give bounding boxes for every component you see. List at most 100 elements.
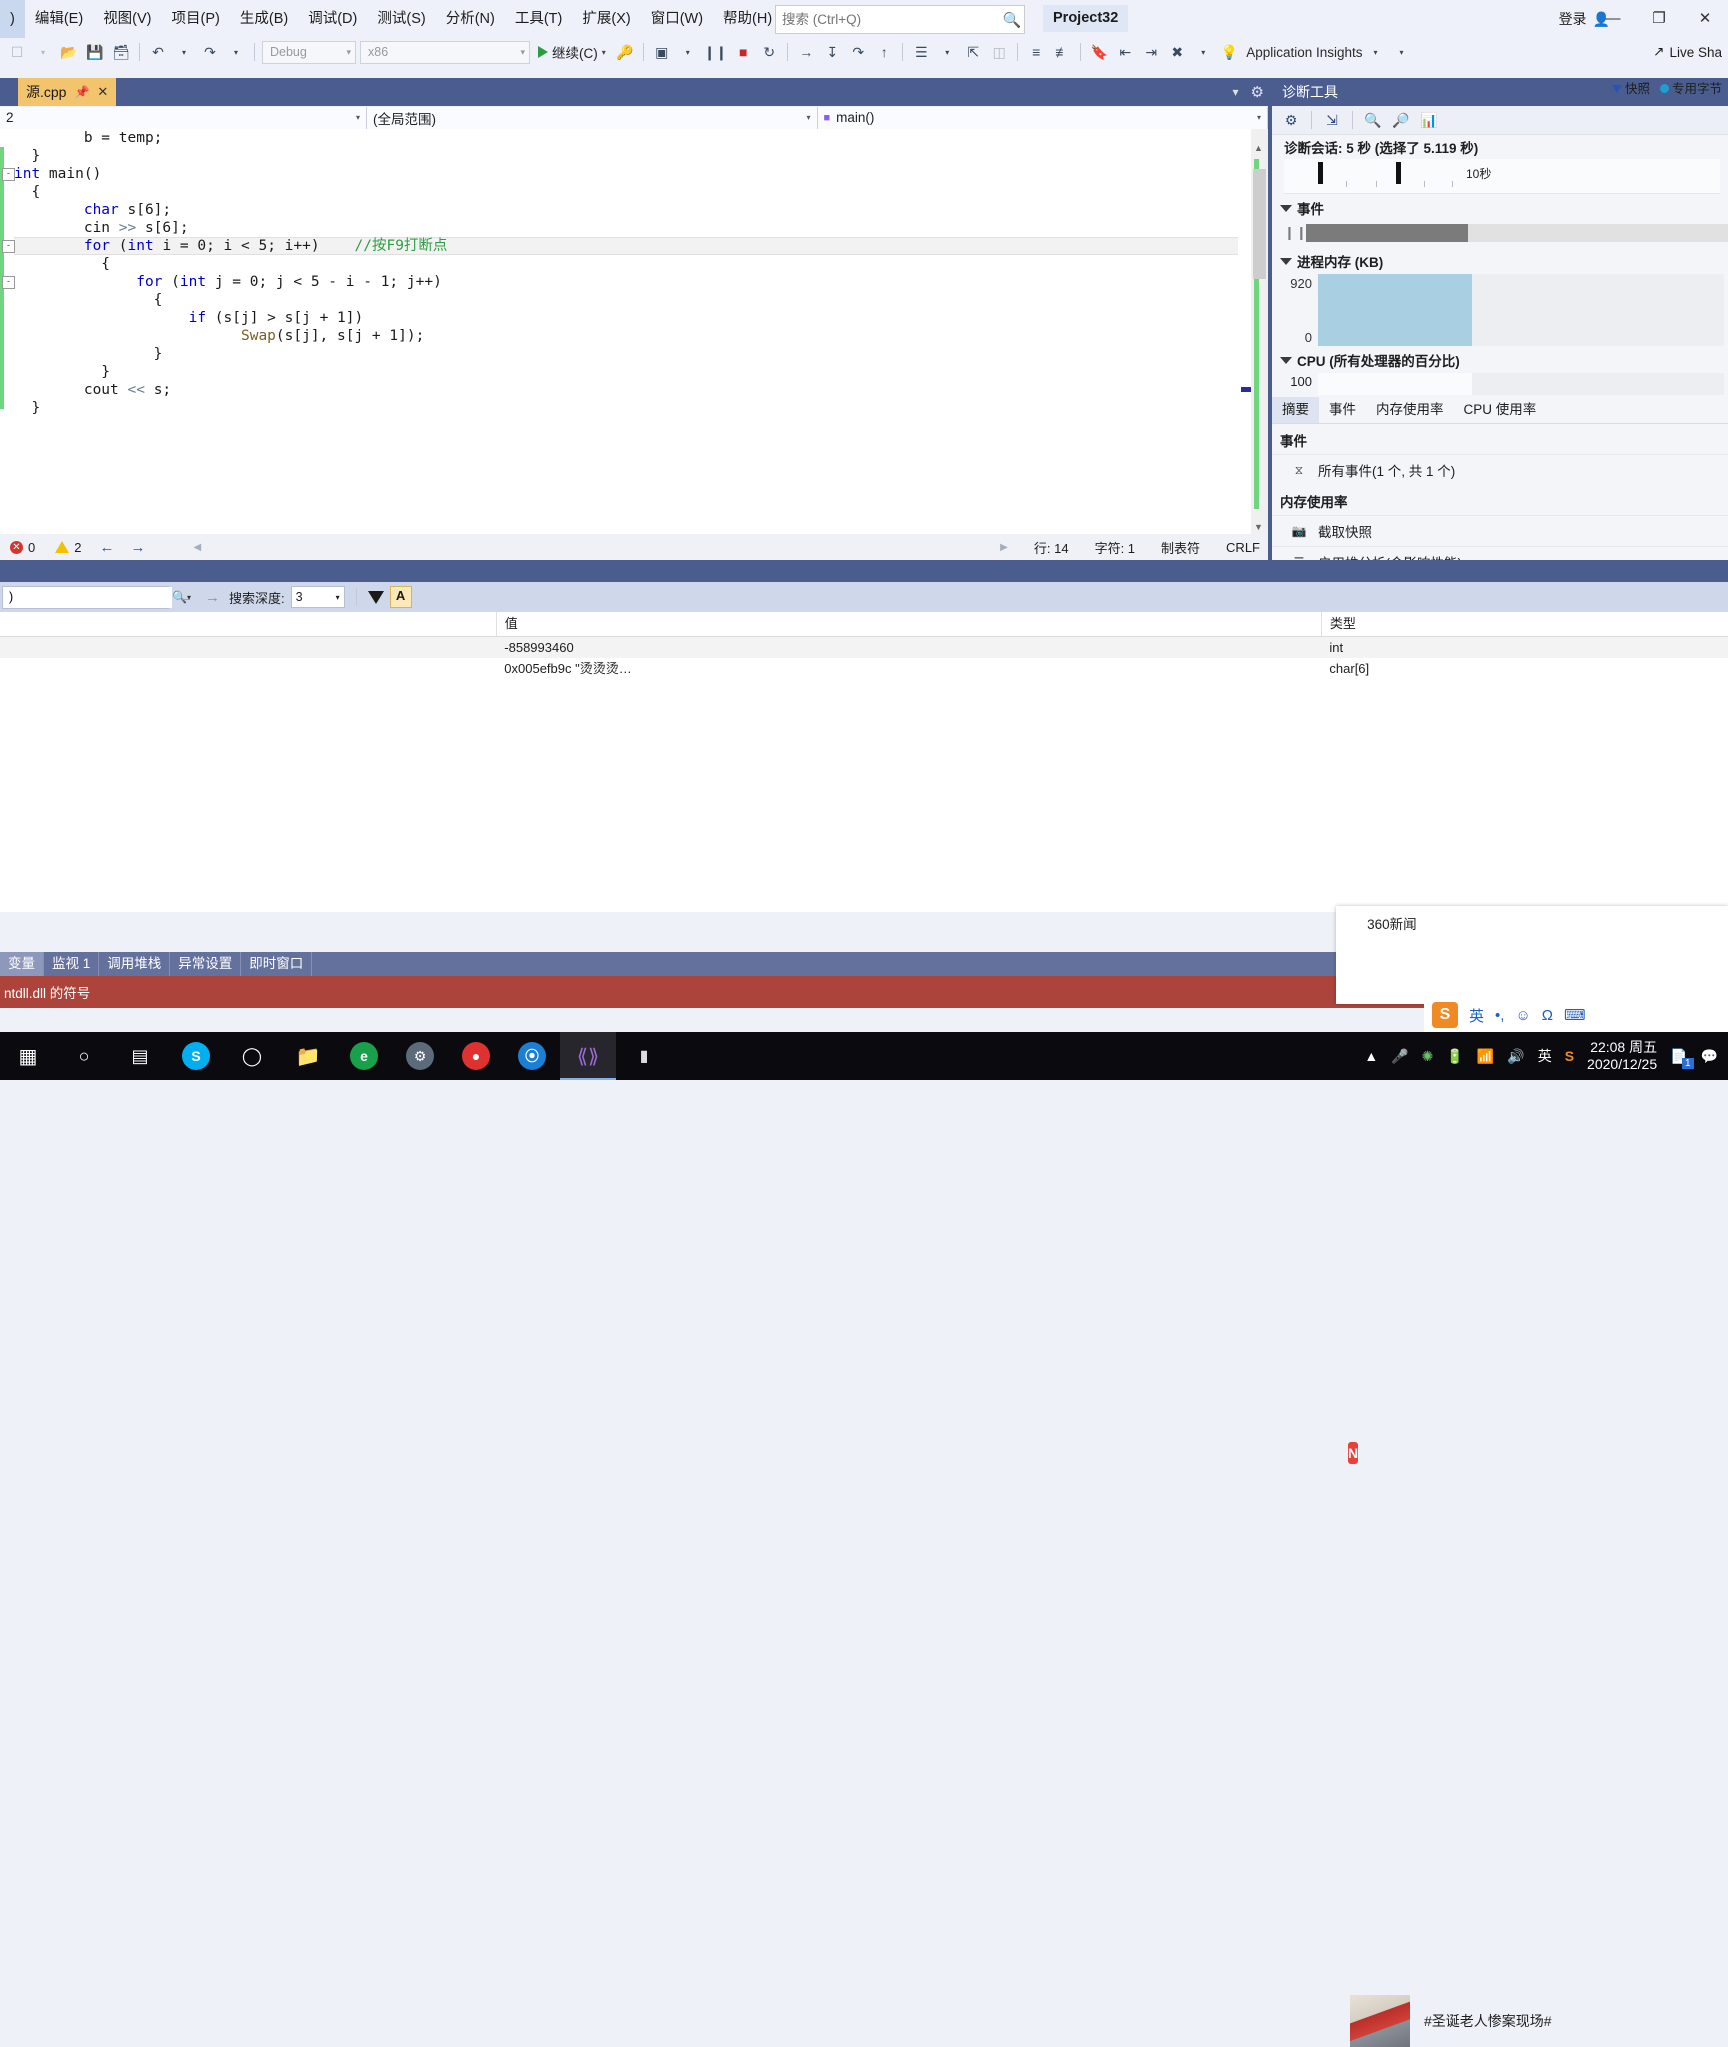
compare-icon[interactable]: ◫: [986, 39, 1012, 65]
step-up-icon[interactable]: ↑: [871, 39, 897, 65]
application-insights-label[interactable]: Application Insights: [1242, 45, 1362, 60]
shield-icon[interactable]: ✺: [1422, 1048, 1434, 1065]
cell-value[interactable]: 0x005efb9c "烫烫烫…: [496, 658, 1321, 679]
restore-button[interactable]: ❐: [1636, 0, 1682, 38]
code-line[interactable]: - for (int i = 0; i < 5; i++) //按F9打断点: [2, 237, 1238, 255]
cell-value[interactable]: -858993460: [496, 637, 1321, 658]
new-project-icon[interactable]: ☐: [4, 39, 30, 65]
code-line[interactable]: char s[6];: [14, 201, 1238, 219]
diff-icon[interactable]: ☰: [908, 39, 934, 65]
code-line[interactable]: {: [14, 183, 1238, 201]
menu-item-tools[interactable]: 工具(T): [505, 0, 573, 38]
tab-exception-settings[interactable]: 异常设置: [170, 952, 242, 976]
ime-symbol-icon[interactable]: Ω: [1542, 1007, 1553, 1024]
zoom-out-icon[interactable]: 🔎: [1388, 108, 1414, 132]
lightbulb-icon[interactable]: 💡: [1216, 39, 1242, 65]
sogou-icon[interactable]: S: [1565, 1048, 1574, 1064]
save-icon[interactable]: 💾: [82, 39, 108, 65]
minimize-button[interactable]: —: [1590, 0, 1636, 38]
platform-select[interactable]: x86 ▾: [360, 40, 530, 64]
ime-mode[interactable]: 英: [1469, 1005, 1484, 1026]
step-over-icon[interactable]: →: [793, 39, 819, 65]
events-section-header[interactable]: 事件: [1272, 194, 1728, 221]
close-button[interactable]: ✕: [1682, 0, 1728, 38]
funnel-icon[interactable]: [367, 590, 384, 604]
nav-project-select[interactable]: 2 ▾: [0, 106, 367, 129]
summary-events-row[interactable]: ⧖ 所有事件(1 个, 共 1 个): [1272, 454, 1728, 485]
menu-item-view[interactable]: 视图(V): [93, 0, 161, 38]
search-prev-icon[interactable]: ←: [175, 589, 196, 606]
ime-keyboard-icon[interactable]: ⌨: [1564, 1006, 1586, 1024]
table-row[interactable]: -858993460 int: [0, 637, 1728, 658]
scroll-up-icon[interactable]: ▲: [1254, 143, 1263, 153]
recording-icon[interactable]: ●: [448, 1032, 504, 1080]
column-value[interactable]: 值: [495, 612, 1321, 636]
taskbar-clock[interactable]: 22:08 周五 2020/12/25: [1587, 1039, 1657, 1073]
notification-toast[interactable]: N 360新闻 #圣诞老人惨案现场#: [1336, 906, 1728, 2047]
hscroll-right-icon[interactable]: ▶: [1000, 542, 1008, 553]
chart-icon[interactable]: 📊: [1416, 108, 1442, 132]
battery-icon[interactable]: 🔋: [1446, 1048, 1463, 1065]
nav-scope-select[interactable]: (全局范围) ▾: [366, 106, 818, 129]
settings-icon[interactable]: ⚙: [392, 1032, 448, 1080]
pin-icon[interactable]: 📌: [74, 85, 89, 99]
search-icon[interactable]: ○: [56, 1032, 112, 1080]
tab-memory-usage[interactable]: 内存使用率: [1366, 397, 1454, 423]
table-row[interactable]: 0x005efb9c "烫烫烫… char[6]: [0, 658, 1728, 679]
menu-item-window[interactable]: 窗口(W): [641, 0, 713, 38]
code-text[interactable]: b = temp; } - int main() { char s[6]; cin …: [2, 129, 1238, 534]
tab-watch-1[interactable]: 监视 1: [44, 952, 100, 976]
code-editor[interactable]: b = temp; } - int main() { char s[6]; cin …: [0, 129, 1268, 534]
file-explorer-icon[interactable]: 📁: [280, 1032, 336, 1080]
code-line[interactable]: cin >> s[6];: [14, 219, 1238, 237]
search-next-icon[interactable]: →: [202, 589, 223, 606]
diff-dropdown-icon[interactable]: ▾: [934, 39, 960, 65]
start-icon[interactable]: ▦: [0, 1032, 56, 1080]
code-line[interactable]: cout << s;: [14, 381, 1238, 399]
configuration-select[interactable]: Debug ▾: [262, 40, 356, 64]
mic-icon[interactable]: 🎤: [1391, 1048, 1408, 1065]
restart-icon[interactable]: ↻: [756, 39, 782, 65]
search-depth-select[interactable]: 3 ▾: [290, 586, 345, 608]
skype-icon[interactable]: S: [168, 1032, 224, 1080]
hot-reload-icon[interactable]: 🔑: [612, 39, 638, 65]
warning-badge[interactable]: 2: [45, 540, 91, 555]
toolbar-overflow-icon[interactable]: ▾: [1389, 39, 1415, 65]
menu-item-build[interactable]: 生成(B): [230, 0, 298, 38]
pointer-icon[interactable]: ⇱: [960, 39, 986, 65]
menu-item-edit[interactable]: 编辑(E): [25, 0, 93, 38]
search-input[interactable]: [776, 8, 1000, 31]
indent-icon[interactable]: ≡: [1023, 39, 1049, 65]
continue-button[interactable]: 继续(C) ▾: [532, 39, 612, 65]
window-layout-icon[interactable]: ▣: [649, 39, 675, 65]
redo-dropdown-icon[interactable]: ▾: [223, 39, 249, 65]
comment-icon[interactable]: ≢: [1049, 39, 1075, 65]
code-line[interactable]: {: [14, 291, 1238, 309]
code-line[interactable]: Swap(s[j], s[j + 1]);: [14, 327, 1238, 345]
step-out-icon[interactable]: ↷: [845, 39, 871, 65]
stop-debug-icon[interactable]: ■: [730, 39, 756, 65]
ime-emoji-icon[interactable]: ☺: [1515, 1007, 1530, 1024]
editor-scrollbar[interactable]: ▲ ▼: [1251, 129, 1268, 534]
browser-icon[interactable]: ⦿: [504, 1032, 560, 1080]
variable-search-input[interactable]: [3, 586, 172, 608]
prev-bookmark-icon[interactable]: ⇤: [1112, 39, 1138, 65]
wifi-icon[interactable]: 📶: [1477, 1048, 1494, 1065]
gear-icon[interactable]: ⚙: [1278, 108, 1304, 132]
nav-member-select[interactable]: ■ main() ▾: [817, 106, 1269, 129]
tab-events[interactable]: 事件: [1319, 397, 1366, 423]
code-line[interactable]: if (s[j] > s[j + 1]): [14, 309, 1238, 327]
hscroll-left-icon[interactable]: ◀: [193, 542, 201, 553]
zoom-in-icon[interactable]: 🔍: [1360, 108, 1386, 132]
format-a-icon[interactable]: A: [389, 586, 412, 608]
ime-punctuation-icon[interactable]: •,: [1495, 1007, 1504, 1024]
menu-item-debug[interactable]: 调试(D): [298, 0, 367, 38]
bookmark-dropdown-icon[interactable]: ▾: [1190, 39, 1216, 65]
task-view-icon[interactable]: ▤: [112, 1032, 168, 1080]
code-line[interactable]: - int main(): [2, 165, 1238, 183]
toast-headline[interactable]: #圣诞老人惨案现场#: [1424, 2011, 1552, 2031]
fold-toggle-icon[interactable]: -: [2, 240, 15, 253]
nav-back-icon[interactable]: ←: [91, 539, 122, 556]
export-icon[interactable]: ⇲: [1319, 108, 1345, 132]
save-all-icon[interactable]: 🗃: [108, 39, 134, 65]
